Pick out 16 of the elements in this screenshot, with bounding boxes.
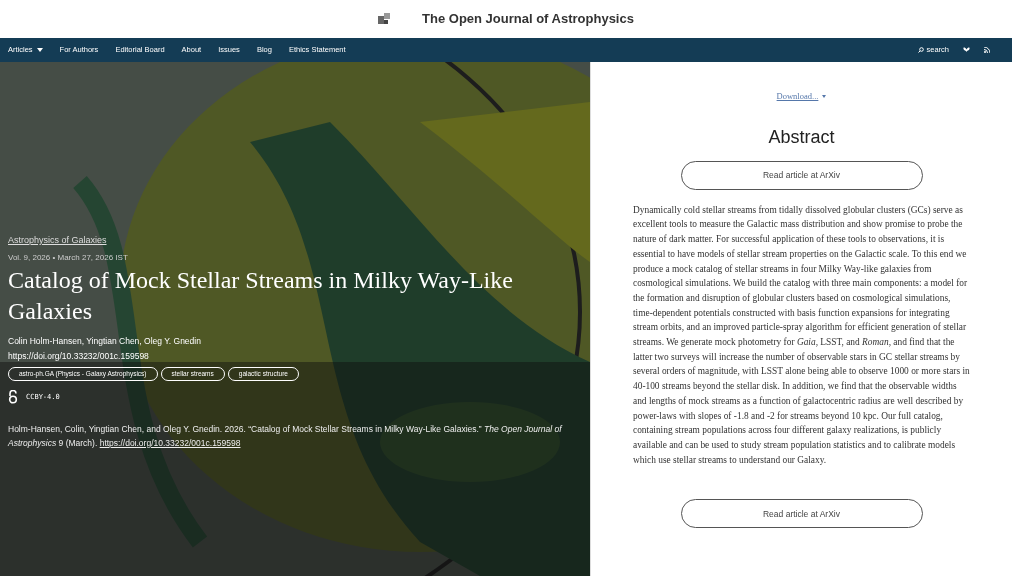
search-icon bbox=[918, 47, 925, 53]
authors: Colin Holm-Hansen, Yingtian Chen, Oleg Y. Gnedin bbox=[8, 334, 202, 348]
abstract-heading: Abstract bbox=[768, 125, 835, 149]
citation-text: Holm-Hansen, Colin, Yingtian Chen, and Oleg Y. Gnedin. 2026. “Catalog of Mock Stellar Streams in Milky Way-Like Galaxies.” The Open Journal of Astrophysics 9 (March). https://doi.org/10.33232/001c.159598 bbox=[8, 422, 564, 450]
caret-icon bbox=[822, 94, 827, 98]
category-link[interactable]: Astrophysics of Galaxies bbox=[8, 234, 107, 248]
article-meta: Vol. 9, 2026 • March 27, 2026 IST bbox=[8, 251, 129, 264]
logo-icon bbox=[378, 12, 391, 26]
abstract-text: Dynamically cold stellar streams from tidally dissolved globular clusters (GCs) serve as excellent tools to measure the Galactic mass distribution and show promise to probe the nature of dark matter. For successful application of these tools to observations, it is essential to have models of stellar stream properties on the Galactic scale. To this end we produce a mock catalog of stellar streams in four Milky Way-like galaxies from cosmological simulations. We build the catalog with three main components: a model for the formation and disruption of globular clusters based on cosmological simulations, time-dependent potentials constructed with basis function expansions for integrating stream orbits, and an improved particle-spray algorithm for efficient generation of stellar streams. We generate mock photometry for Gaia, LSST, and Roman, and find that the latter two surveys will increase the number of observable stars in GC stellar streams by several orders of magnitude, with LSST alone being able to observe 1000 or more stars in 40-100 streams beyond the stellar disk. In addition, we find that the observable widths and lengths of mock streams as a function of galactocentric radius are well described by power-laws with slopes of -1.8 and -2 for streams beyond 10 kpc. Our full catalog, containing stream populations across four different galaxy realizations, is publicly available and can be used to study stream population statistics and to calibrate models which use stellar streams to understand our Galaxy. bbox=[632, 203, 971, 467]
doi-link[interactable]: https://doi.org/10.33232/001c.159598 bbox=[99, 437, 241, 448]
caret-icon bbox=[36, 48, 43, 52]
download-link[interactable]: Download... bbox=[776, 90, 827, 103]
article-title: Catalog of Mock Stellar Streams in Milky Way-Like Galaxies bbox=[8, 265, 514, 326]
doi-text: https://doi.org/10.33232/001c.159598 bbox=[8, 350, 150, 363]
rss-icon[interactable] bbox=[984, 47, 990, 53]
journal-title[interactable]: The Open Journal of Astrophysics bbox=[422, 9, 634, 29]
